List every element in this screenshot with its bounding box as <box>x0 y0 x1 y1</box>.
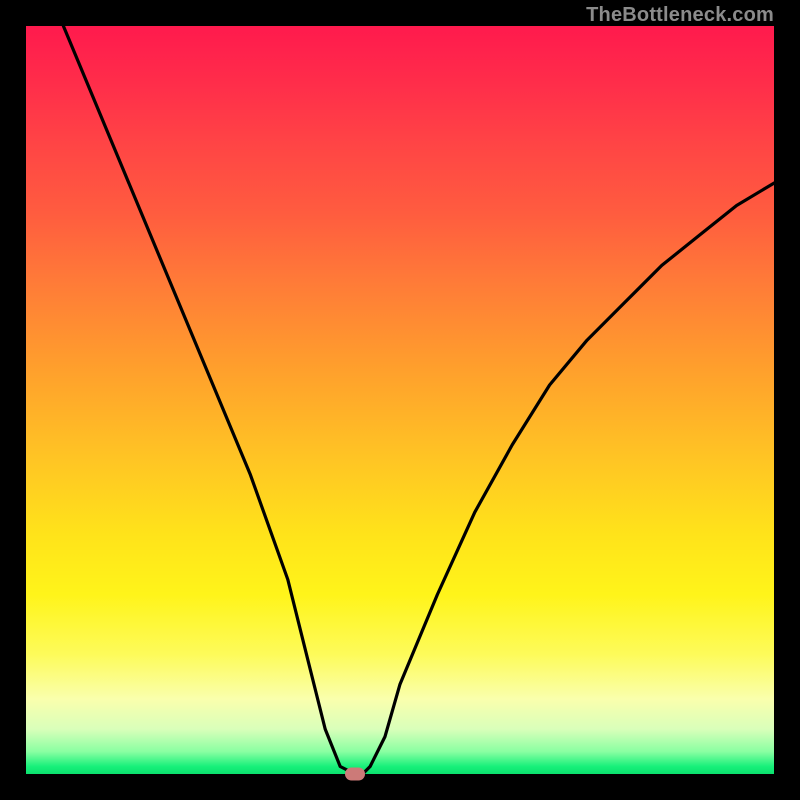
optimum-marker <box>345 768 365 781</box>
chart-frame: TheBottleneck.com <box>0 0 800 800</box>
bottleneck-curve <box>26 26 774 774</box>
plot-area <box>26 26 774 774</box>
watermark-text: TheBottleneck.com <box>586 4 774 27</box>
